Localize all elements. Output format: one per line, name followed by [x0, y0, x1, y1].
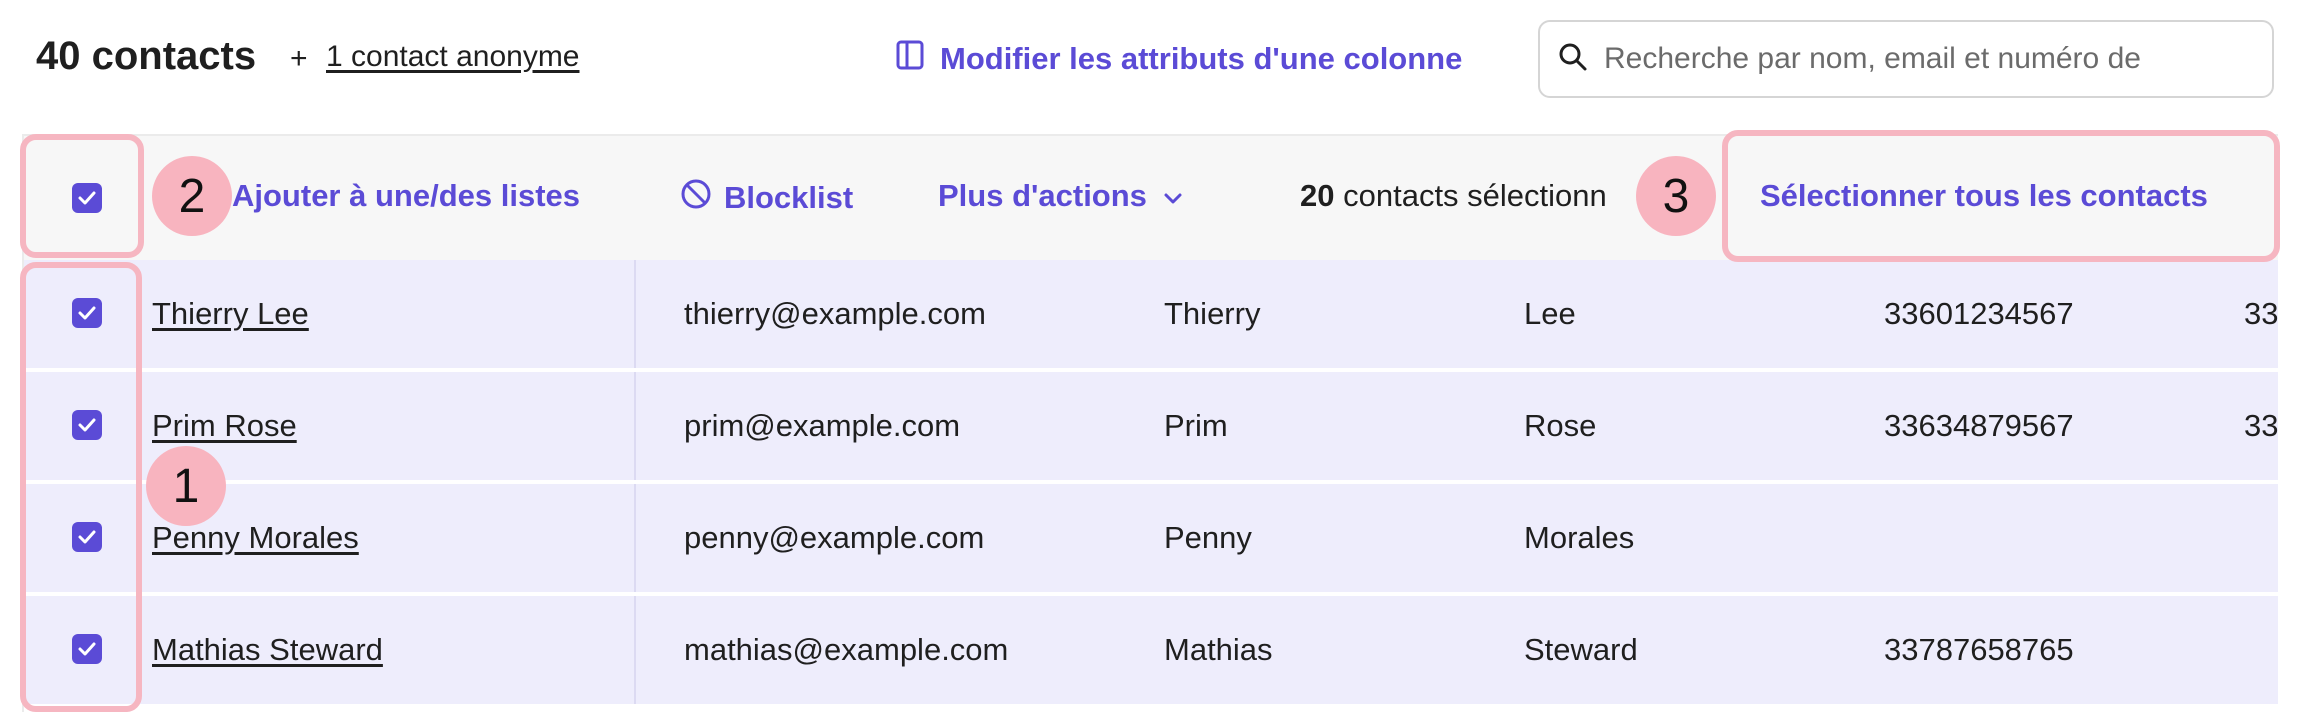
selected-count-label: contacts sélectionn — [1343, 178, 1607, 213]
table-row[interactable]: Thierry Lee thierry@example.com Thierry … — [24, 260, 2278, 370]
table-row[interactable]: Penny Morales penny@example.com Penny Mo… — [24, 484, 2278, 594]
annotation-highlight-select-all-contacts — [1722, 130, 2280, 262]
column-divider — [634, 484, 636, 592]
chevron-down-icon — [1163, 178, 1183, 214]
email-cell: mathias@example.com — [684, 632, 1009, 667]
last-name-cell: Lee — [1524, 296, 1576, 331]
modify-columns-label: Modifier les attributs d'une colonne — [940, 41, 1463, 76]
modify-column-attributes-button[interactable]: Modifier les attributs d'une colonne — [896, 40, 1462, 78]
blocklist-label: Blocklist — [724, 180, 854, 215]
contact-name-link[interactable]: Mathias Steward — [152, 632, 383, 668]
first-name-cell: Thierry — [1164, 296, 1261, 331]
anonymous-contact-link[interactable]: 1 contact anonyme — [326, 40, 580, 74]
extra-cell: 33 — [2244, 408, 2278, 443]
email-cell: thierry@example.com — [684, 296, 986, 331]
contact-name-link[interactable]: Thierry Lee — [152, 296, 309, 332]
last-name-cell: Morales — [1524, 520, 1635, 555]
table-row[interactable]: Prim Rose prim@example.com Prim Rose 336… — [24, 372, 2278, 482]
column-divider — [634, 372, 636, 480]
search-box[interactable] — [1538, 20, 2274, 98]
column-divider — [634, 260, 636, 368]
last-name-cell: Rose — [1524, 408, 1597, 443]
blocklist-button[interactable]: Blocklist — [680, 178, 853, 218]
contacts-count: 40 contacts — [36, 34, 257, 78]
table-row[interactable]: Mathias Steward mathias@example.com Math… — [24, 596, 2278, 706]
contact-name-link[interactable]: Prim Rose — [152, 408, 297, 444]
add-to-lists-button[interactable]: Ajouter à une/des listes — [232, 178, 580, 214]
plus-sign: + — [290, 42, 308, 75]
phone-cell: 33601234567 — [1884, 296, 2074, 331]
columns-icon — [896, 40, 924, 78]
first-name-cell: Penny — [1164, 520, 1252, 555]
last-name-cell: Steward — [1524, 632, 1638, 667]
annotation-highlight-row-checkboxes — [20, 262, 142, 712]
selected-count-number: 20 — [1300, 178, 1335, 213]
annotation-badge-1: 1 — [146, 446, 226, 526]
block-icon — [680, 178, 712, 218]
annotation-highlight-select-all — [20, 134, 144, 258]
first-name-cell: Mathias — [1164, 632, 1273, 667]
annotation-badge-2: 2 — [152, 156, 232, 236]
extra-cell: 33 — [2244, 296, 2278, 331]
annotation-badge-3: 3 — [1636, 156, 1716, 236]
search-icon — [1558, 42, 1588, 77]
more-actions-dropdown[interactable]: Plus d'actions — [938, 178, 1183, 214]
phone-cell: 33787658765 — [1884, 632, 2074, 667]
phone-cell: 33634879567 — [1884, 408, 2074, 443]
more-actions-label: Plus d'actions — [938, 178, 1147, 213]
email-cell: prim@example.com — [684, 408, 961, 443]
first-name-cell: Prim — [1164, 408, 1228, 443]
column-divider — [634, 596, 636, 704]
search-input[interactable] — [1602, 41, 2246, 77]
email-cell: penny@example.com — [684, 520, 985, 555]
